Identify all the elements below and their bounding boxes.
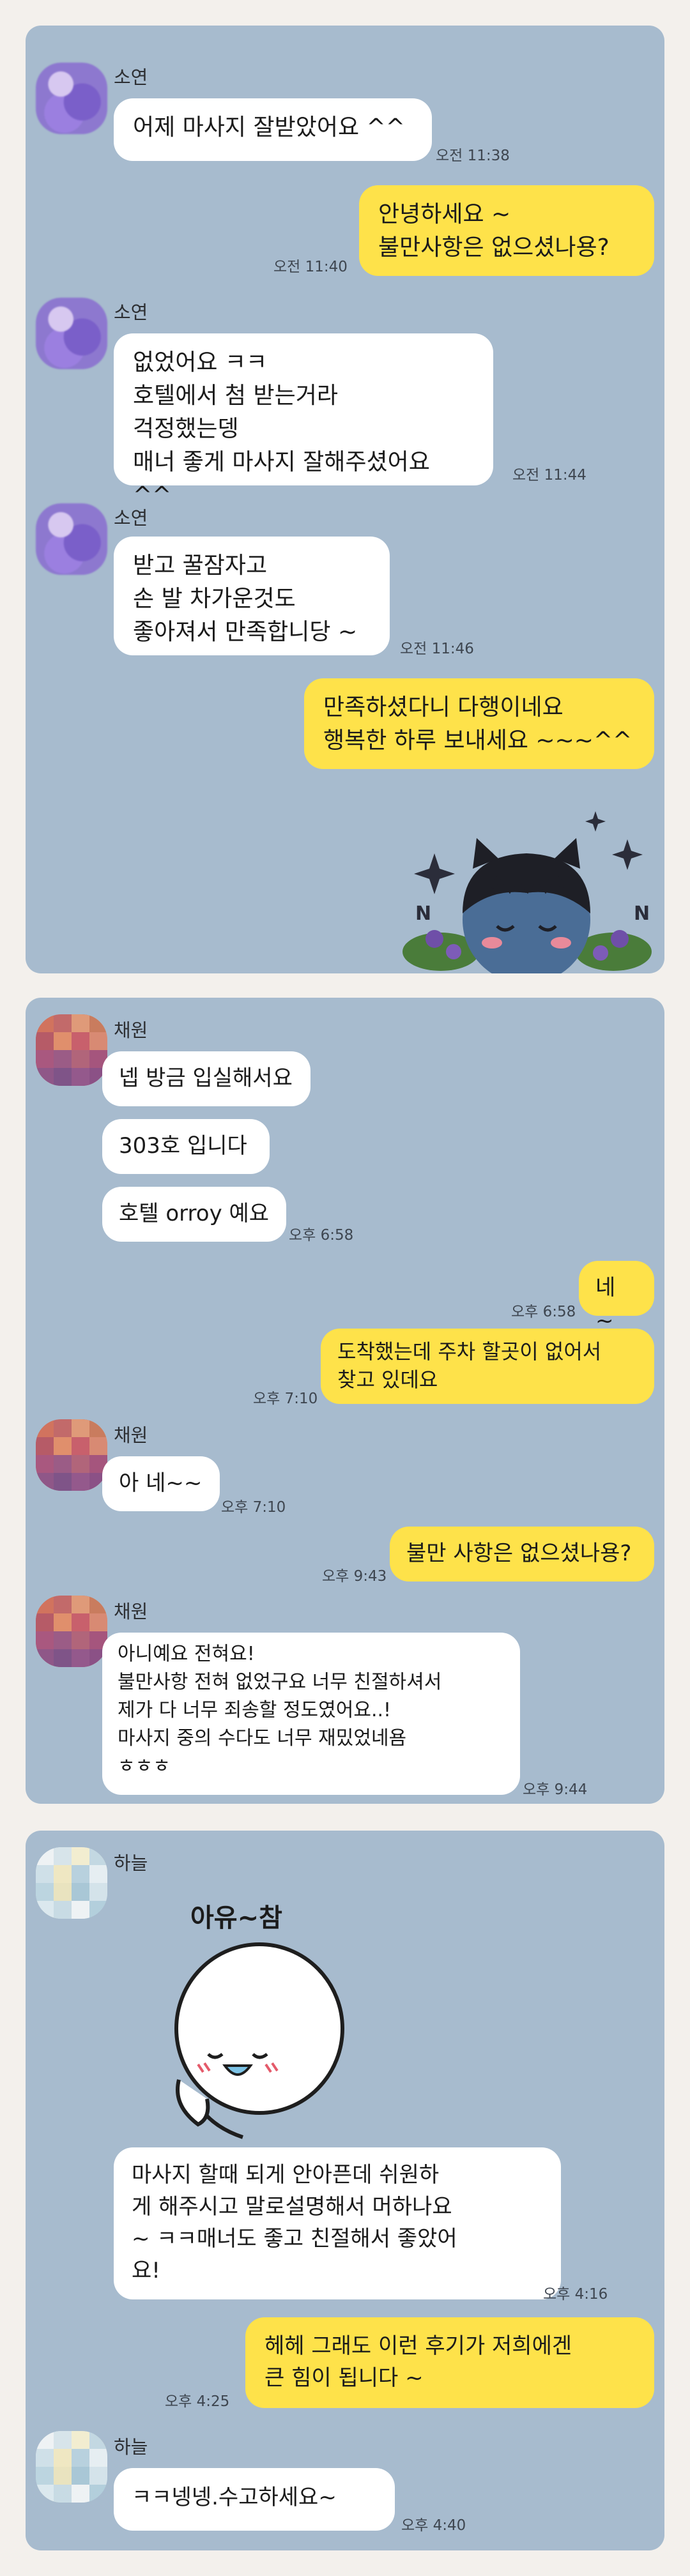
message-time: 오후 4:16 [543, 2286, 608, 2303]
blob-sticker [174, 1942, 344, 2139]
avatar[interactable] [36, 1847, 107, 1919]
message-bubble-incoming: 없었어요 ㅋㅋ 호텔에서 첨 받는거라 걱정했는뎅 매너 좋게 마사지 잘해주셨… [114, 333, 493, 508]
message-bubble-incoming: 303호 입니다 [102, 1119, 270, 1174]
sticker-caption: 아유~참 [190, 1903, 282, 1933]
message-time: 오후 7:10 [221, 1499, 286, 1516]
message-time: 오후 6:58 [289, 1227, 354, 1244]
sender-name: 하늘 [114, 2436, 148, 2458]
message-bubble-outgoing: 네 ~ [579, 1261, 654, 1334]
message-bubble-incoming: ㅋㅋ넹넹.수고하세요~ [114, 2468, 395, 2531]
chat-screenshot-2: 채원 넵 방금 입실해서요 303호 입니다 호텔 orroy 예요 오후 6:… [26, 998, 664, 1804]
sender-name: 채원 [114, 1424, 148, 1446]
avatar[interactable] [36, 2431, 107, 2503]
message-time: 오후 6:58 [511, 1304, 576, 1320]
sender-name: 채원 [114, 1601, 148, 1622]
sender-name: 소연 [114, 301, 148, 323]
message-time: 오전 11:38 [436, 148, 510, 164]
message-time: 오후 4:25 [165, 2393, 230, 2410]
sparkle-icon [585, 811, 606, 832]
avatar[interactable] [36, 63, 107, 134]
message-bubble-incoming: 아 네~~ [102, 1456, 220, 1511]
message-time: 오후 9:44 [523, 1781, 588, 1798]
avatar[interactable] [36, 1014, 107, 1086]
message-bubble-outgoing: 헤헤 그래도 이런 후기가 저희에겐 큰 힘이 됩니다 ~ [245, 2317, 654, 2408]
sender-name: 채원 [114, 1019, 148, 1041]
avatar[interactable] [36, 1596, 107, 1667]
message-bubble-outgoing: 안녕하세요 ~ 불만사항은 없으셨나용? [359, 185, 654, 276]
message-time: 오후 7:10 [253, 1391, 318, 1407]
message-bubble-incoming: 마사지 할때 되게 안아픈데 쉬원하 게 해주시고 말로설명해서 머하나요 ~ … [114, 2147, 561, 2299]
cat-sticker: N N [402, 811, 652, 973]
svg-text:N: N [415, 903, 431, 925]
message-time: 오후 9:43 [322, 1568, 387, 1585]
sender-name: 소연 [114, 66, 148, 88]
message-time: 오전 11:44 [512, 467, 586, 484]
message-bubble-incoming: 받고 꿀잠자고 손 발 차가운것도 좋아져서 만족합니당 ~ [114, 537, 390, 655]
chat-screenshot-1: 소연 어제 마사지 잘받았어요 ^^ 오전 11:38 안녕하세요 ~ 불만사항… [26, 26, 664, 973]
message-bubble-incoming: 아니예요 전혀요! 불만사항 전혀 없었구요 너무 친절하셔서 제가 다 너무 … [102, 1633, 520, 1795]
message-time: 오후 4:40 [401, 2517, 466, 2534]
avatar[interactable] [36, 1419, 107, 1491]
avatar[interactable] [36, 503, 107, 575]
message-time: 오전 11:46 [400, 641, 474, 657]
chat-screenshot-3: 하늘 아유~참 마사지 할때 되게 안아픈데 쉬원하 게 해주시고 말로설명해서… [26, 1831, 664, 2550]
message-bubble-outgoing: 불만 사항은 없으셨나용? [390, 1527, 654, 1581]
message-bubble-outgoing: 만족하셨다니 다행이네요 행복한 하루 보내세요 ~~~^^ [304, 678, 654, 769]
message-time: 오전 11:40 [273, 259, 348, 275]
svg-text:N: N [634, 903, 650, 925]
sparkle-icon [612, 839, 643, 870]
message-bubble-incoming: 넵 방금 입실해서요 [102, 1051, 310, 1106]
sender-name: 소연 [114, 507, 148, 529]
sender-name: 하늘 [114, 1852, 148, 1874]
sparkle-icon [414, 853, 455, 894]
message-bubble-outgoing: 도착했는데 주차 할곳이 없어서 찾고 있데요 [321, 1329, 654, 1404]
avatar[interactable] [36, 298, 107, 369]
message-bubble-incoming: 어제 마사지 잘받았어요 ^^ [114, 98, 432, 161]
message-bubble-incoming: 호텔 orroy 예요 [102, 1187, 286, 1242]
